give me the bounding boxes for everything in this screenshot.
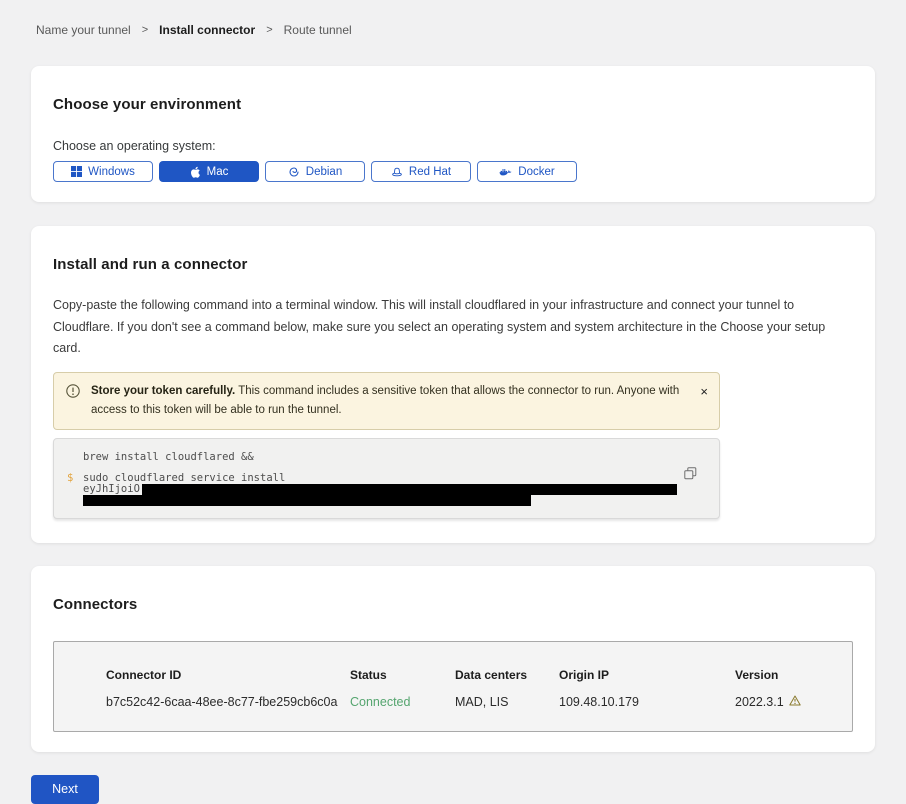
column-header-connector-id: Connector ID bbox=[106, 668, 350, 682]
connectors-title: Connectors bbox=[53, 596, 853, 613]
choose-environment-title: Choose your environment bbox=[53, 96, 853, 113]
status-badge: Connected bbox=[350, 695, 455, 709]
close-icon[interactable]: × bbox=[700, 385, 708, 398]
token-prefix: eyJhIjoiO bbox=[83, 484, 140, 495]
os-button-docker[interactable]: Docker bbox=[477, 161, 577, 182]
prompt-column bbox=[67, 484, 83, 495]
column-header-data-centers: Data centers bbox=[455, 668, 559, 682]
column-header-origin-ip: Origin IP bbox=[559, 668, 735, 682]
connector-id-value: b7c52c42-6caa-48ee-8c77-fbe259cb6c0a bbox=[106, 695, 350, 709]
column-header-version: Version bbox=[735, 668, 842, 682]
os-button-group: Windows Mac Debian Red Hat bbox=[53, 161, 853, 182]
debian-icon bbox=[288, 166, 300, 178]
os-button-label: Debian bbox=[306, 166, 342, 178]
windows-icon bbox=[71, 166, 82, 177]
install-connector-title: Install and run a connector bbox=[53, 256, 853, 273]
connectors-table: Connector ID Status Data centers Origin … bbox=[53, 641, 853, 732]
breadcrumb-step-route-tunnel[interactable]: Route tunnel bbox=[284, 23, 352, 37]
version-warning-icon[interactable] bbox=[789, 695, 801, 709]
token-warning-banner: Store your token carefully. This command… bbox=[53, 372, 720, 430]
os-select-label: Choose an operating system: bbox=[53, 139, 853, 153]
os-button-mac[interactable]: Mac bbox=[159, 161, 259, 182]
warning-title: Store your token carefully. bbox=[91, 385, 235, 397]
column-header-status: Status bbox=[350, 668, 455, 682]
alert-circle-icon bbox=[66, 384, 80, 405]
docker-icon bbox=[499, 166, 512, 178]
os-button-redhat[interactable]: Red Hat bbox=[371, 161, 471, 182]
os-button-label: Windows bbox=[88, 166, 135, 178]
os-button-label: Red Hat bbox=[409, 166, 451, 178]
os-button-label: Docker bbox=[518, 166, 554, 178]
prompt-column bbox=[67, 452, 83, 463]
choose-environment-card: Choose your environment Choose an operat… bbox=[31, 66, 875, 202]
redacted-token-bar bbox=[83, 495, 531, 506]
breadcrumb: Name your tunnel > Install connector > R… bbox=[31, 0, 875, 37]
breadcrumb-step-install-connector[interactable]: Install connector bbox=[159, 23, 255, 37]
install-connector-card: Install and run a connector Copy-paste t… bbox=[31, 226, 875, 543]
next-button[interactable]: Next bbox=[31, 775, 99, 804]
breadcrumb-separator: > bbox=[142, 24, 148, 36]
breadcrumb-separator: > bbox=[266, 24, 272, 36]
copy-icon[interactable] bbox=[682, 465, 699, 485]
os-button-debian[interactable]: Debian bbox=[265, 161, 365, 182]
connectors-card: Connectors Connector ID Status Data cent… bbox=[31, 566, 875, 752]
shell-prompt: $ bbox=[67, 473, 83, 484]
redacted-token-bar bbox=[142, 484, 677, 495]
version-value: 2022.3.1 bbox=[735, 695, 784, 709]
install-command-code-block: brew install cloudflared && $ sudo cloud… bbox=[53, 438, 720, 519]
os-button-windows[interactable]: Windows bbox=[53, 161, 153, 182]
apple-icon bbox=[190, 166, 201, 178]
data-centers-value: MAD, LIS bbox=[455, 695, 559, 709]
tunnel-setup-page: Name your tunnel > Install connector > R… bbox=[0, 0, 906, 804]
install-instructions: Copy-paste the following command into a … bbox=[53, 295, 853, 360]
code-line-install: sudo cloudflared service install bbox=[83, 473, 285, 484]
redhat-icon bbox=[391, 166, 403, 178]
breadcrumb-step-name-tunnel[interactable]: Name your tunnel bbox=[36, 23, 131, 37]
os-button-label: Mac bbox=[207, 166, 229, 178]
origin-ip-value: 109.48.10.179 bbox=[559, 695, 735, 709]
code-line-brew: brew install cloudflared && bbox=[83, 452, 254, 463]
